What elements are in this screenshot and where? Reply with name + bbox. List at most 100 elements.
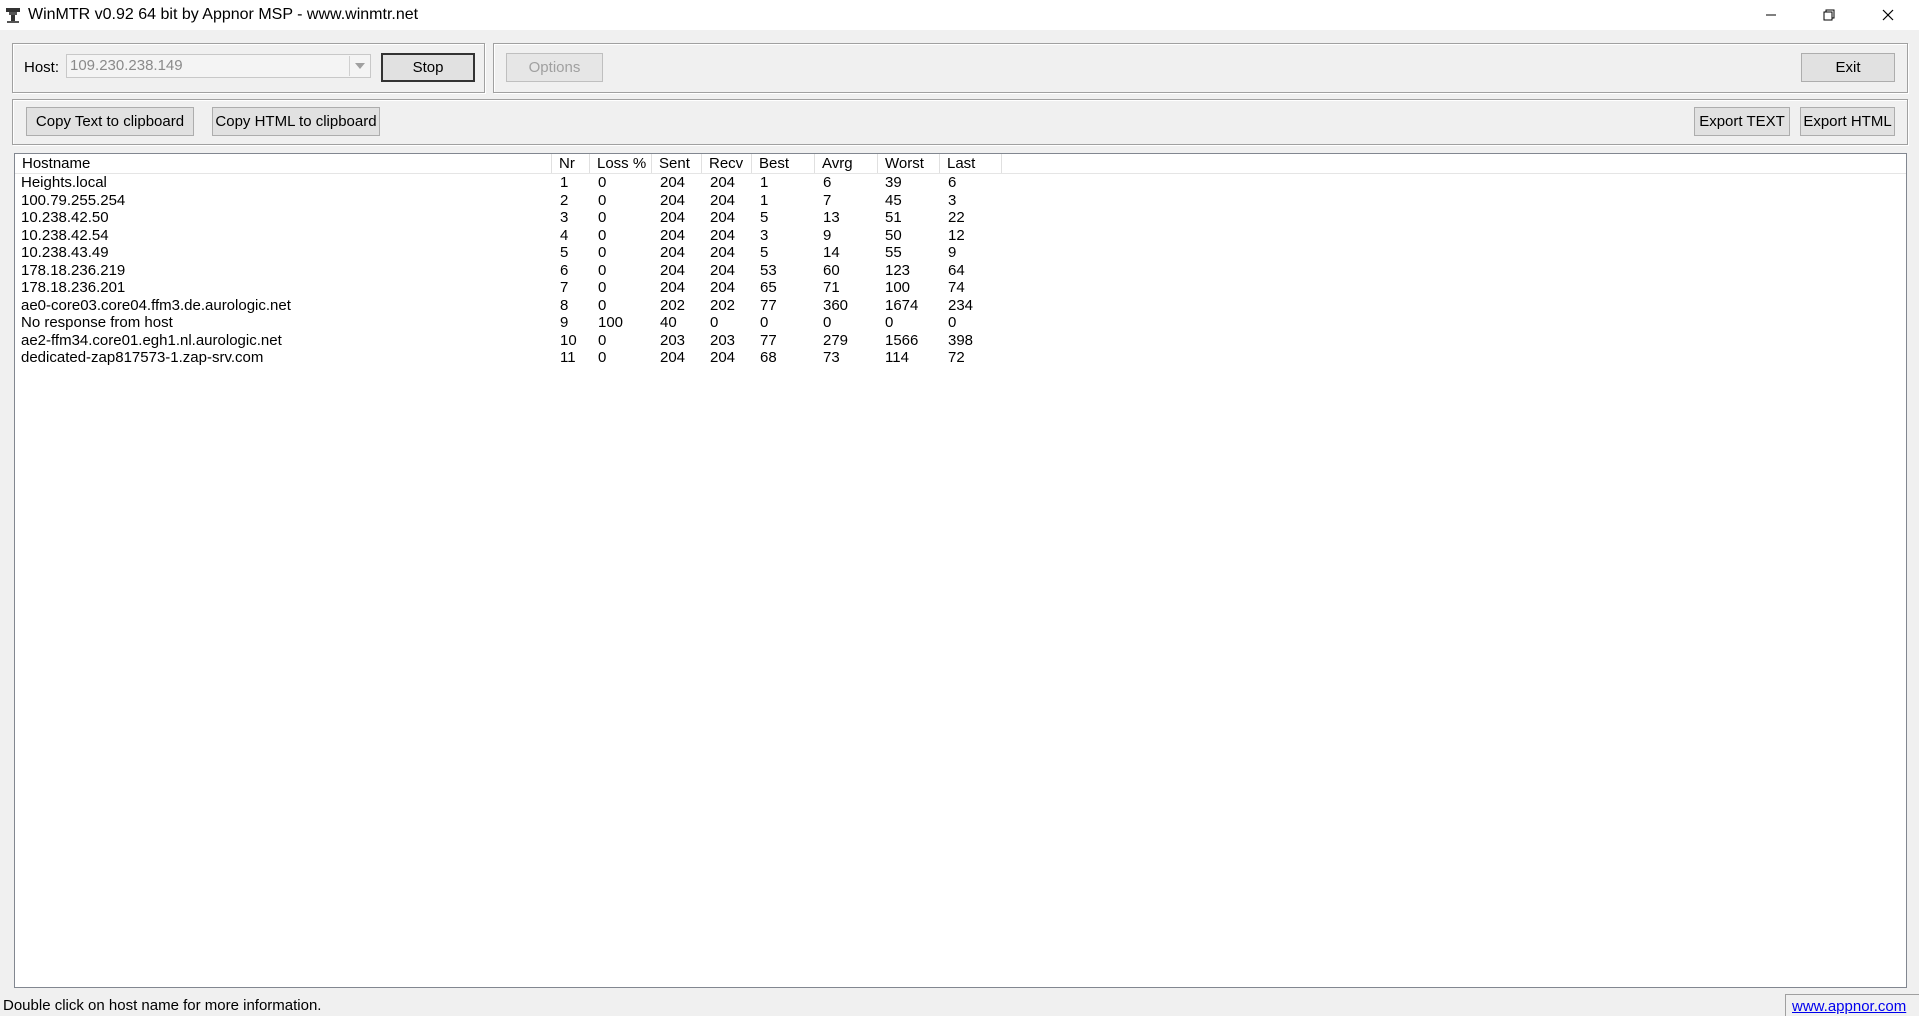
cell-best: 3 <box>760 226 769 244</box>
table-row[interactable]: 10.238.42.50 3 0 204 204 5 13 51 22 <box>15 209 1015 227</box>
options-button[interactable]: Options <box>506 53 603 82</box>
table-row[interactable]: ae0-core03.core04.ffm3.de.aurologic.net 8… <box>15 297 1015 315</box>
column-best[interactable]: Best <box>752 154 815 173</box>
cell-last: 398 <box>948 331 974 349</box>
cell-nr: 11 <box>560 349 576 366</box>
cell-hostname: dedicated-zap817573-1.zap-srv.com <box>21 349 264 366</box>
table-row[interactable]: 178.18.236.201 7 0 204 204 65 71 100 74 <box>15 279 1015 297</box>
cell-avrg: 360 <box>823 296 849 314</box>
window-title: WinMTR v0.92 64 bit by Appnor MSP - www.… <box>28 6 419 23</box>
cell-recv: 204 <box>710 279 736 296</box>
cell-loss: 0 <box>598 331 607 349</box>
cell-avrg: 7 <box>823 191 832 209</box>
column-last[interactable]: Last <box>940 154 1002 173</box>
cell-worst: 45 <box>885 191 902 209</box>
cell-sent: 204 <box>660 191 686 209</box>
cell-nr: 2 <box>560 191 569 209</box>
cell-sent: 40 <box>660 314 677 331</box>
cell-last: 72 <box>948 349 965 366</box>
cell-worst: 114 <box>885 349 909 366</box>
column-sent[interactable]: Sent <box>652 154 702 173</box>
export-html-button[interactable]: Export HTML <box>1800 107 1895 136</box>
exit-button[interactable]: Exit <box>1801 53 1895 82</box>
host-combobox[interactable]: 109.230.238.149 <box>66 54 371 78</box>
cell-recv: 204 <box>710 261 736 279</box>
minimize-button[interactable] <box>1742 0 1800 30</box>
stop-button[interactable]: Stop <box>381 53 475 82</box>
copy-text-button[interactable]: Copy Text to clipboard <box>26 107 194 136</box>
cell-avrg: 6 <box>823 174 832 191</box>
column-avrg[interactable]: Avrg <box>815 154 878 173</box>
cell-sent: 204 <box>660 279 686 296</box>
cell-nr: 8 <box>560 296 569 314</box>
cell-best: 5 <box>760 244 769 261</box>
cell-nr: 5 <box>560 244 569 261</box>
cell-hostname: 178.18.236.201 <box>21 279 126 296</box>
cell-loss: 0 <box>598 226 607 244</box>
cell-recv: 204 <box>710 174 736 191</box>
cell-recv: 204 <box>710 349 736 366</box>
cell-nr: 3 <box>560 209 569 226</box>
table-row[interactable]: 10.238.43.49 5 0 204 204 5 14 55 9 <box>15 244 1015 262</box>
cell-sent: 204 <box>660 226 686 244</box>
cell-recv: 204 <box>710 244 736 261</box>
cell-nr: 4 <box>560 226 569 244</box>
table-row[interactable]: No response from host 9 100 40 0 0 0 0 0 <box>15 314 1015 332</box>
cell-last: 64 <box>948 261 965 279</box>
cell-avrg: 14 <box>823 244 840 261</box>
cell-sent: 204 <box>660 209 686 226</box>
options-group <box>493 43 1908 93</box>
results-table[interactable]: Hostname Nr Loss % Sent Recv Best Avrg W… <box>14 153 1907 988</box>
cell-last: 6 <box>948 174 957 191</box>
cell-worst: 50 <box>885 226 902 244</box>
cell-avrg: 0 <box>823 314 832 331</box>
table-row[interactable]: 10.238.42.54 4 0 204 204 3 9 50 12 <box>15 227 1015 245</box>
cell-recv: 0 <box>710 314 719 331</box>
cell-best: 68 <box>760 349 777 366</box>
cell-hostname: ae2-ffm34.core01.egh1.nl.aurologic.net <box>21 331 282 349</box>
cell-worst: 123 <box>885 261 911 279</box>
table-row[interactable]: 100.79.255.254 2 0 204 204 1 7 45 3 <box>15 192 1015 210</box>
cell-best: 77 <box>760 296 777 314</box>
cell-avrg: 73 <box>823 349 840 366</box>
cell-last: 3 <box>948 191 957 209</box>
cell-recv: 204 <box>710 226 736 244</box>
cell-hostname: 10.238.43.49 <box>21 244 109 261</box>
export-text-button[interactable]: Export TEXT <box>1694 107 1790 136</box>
column-hostname[interactable]: Hostname <box>15 154 552 173</box>
minimize-icon <box>1766 14 1776 16</box>
table-row[interactable]: Heights.local 1 0 204 204 1 6 39 6 <box>15 174 1015 192</box>
column-nr[interactable]: Nr <box>552 154 590 173</box>
cell-avrg: 9 <box>823 226 832 244</box>
close-button[interactable] <box>1859 0 1917 30</box>
table-row[interactable]: 178.18.236.219 6 0 204 204 53 60 123 64 <box>15 262 1015 280</box>
cell-avrg: 279 <box>823 331 849 349</box>
table-header: Hostname Nr Loss % Sent Recv Best Avrg W… <box>15 154 1906 174</box>
column-recv[interactable]: Recv <box>702 154 752 173</box>
cell-last: 12 <box>948 226 965 244</box>
restore-button[interactable] <box>1800 0 1858 30</box>
status-bar: Double click on host name for more infor… <box>0 994 1919 1016</box>
column-worst[interactable]: Worst <box>878 154 940 173</box>
cell-nr: 1 <box>560 174 569 191</box>
cell-recv: 202 <box>710 296 736 314</box>
status-link-pane: www.appnor.com <box>1785 994 1919 1016</box>
cell-sent: 204 <box>660 244 686 261</box>
cell-loss: 0 <box>598 209 607 226</box>
cell-worst: 1566 <box>885 331 919 349</box>
copy-html-button[interactable]: Copy HTML to clipboard <box>212 107 380 136</box>
cell-worst: 1674 <box>885 296 919 314</box>
cell-loss: 0 <box>598 174 607 191</box>
table-row[interactable]: dedicated-zap817573-1.zap-srv.com 11 0 204 2… <box>15 349 1015 367</box>
cell-hostname: 10.238.42.50 <box>21 209 109 226</box>
cell-best: 1 <box>760 174 769 191</box>
column-loss[interactable]: Loss % <box>590 154 652 173</box>
cell-last: 22 <box>948 209 965 226</box>
appnor-link[interactable]: www.appnor.com <box>1792 998 1906 1015</box>
cell-avrg: 60 <box>823 261 840 279</box>
table-row[interactable]: ae2-ffm34.core01.egh1.nl.aurologic.net 10… <box>15 332 1015 350</box>
cell-worst: 51 <box>885 209 902 226</box>
cell-worst: 0 <box>885 314 894 331</box>
dropdown-arrow-icon[interactable] <box>349 56 369 76</box>
cell-hostname: 178.18.236.219 <box>21 261 126 279</box>
